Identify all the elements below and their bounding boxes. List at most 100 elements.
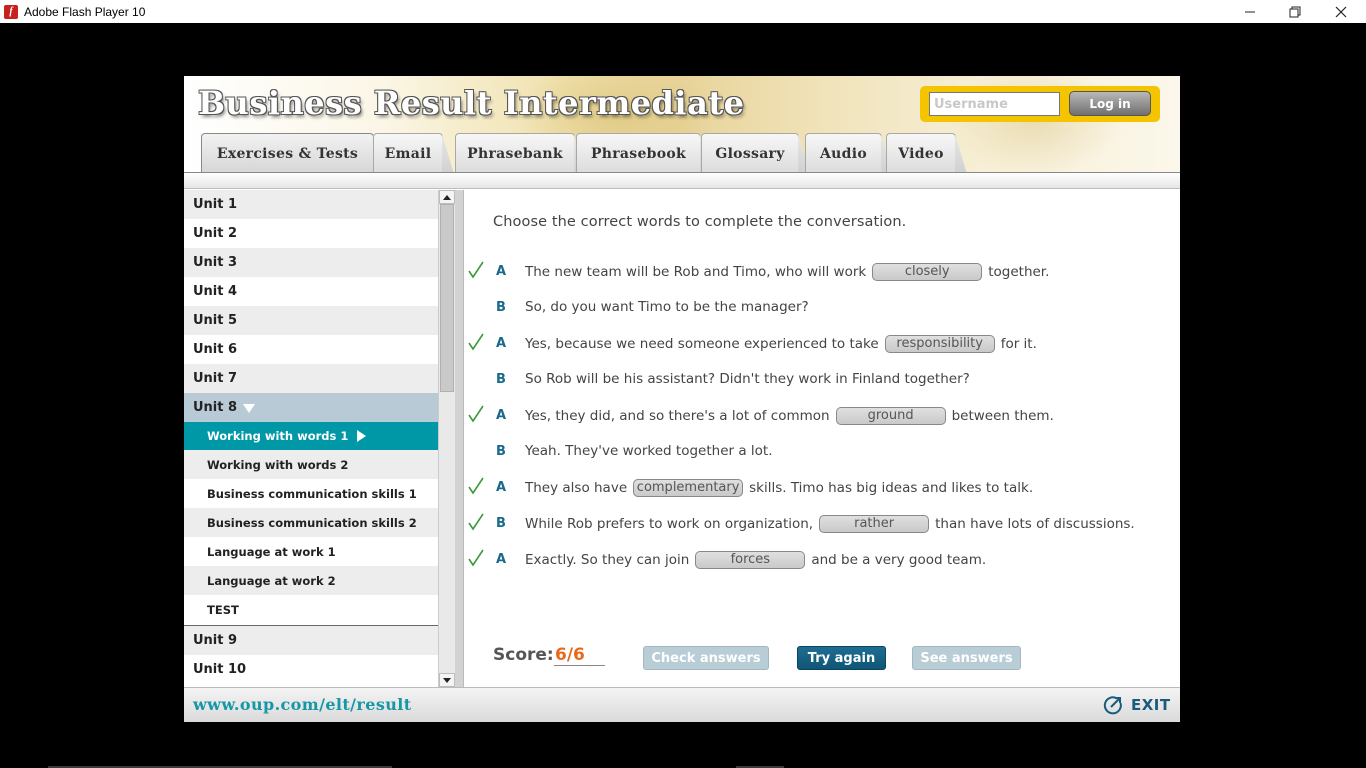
sentence-text: So, do you want Timo to be the manager?: [525, 299, 809, 315]
sidebar-item-unit-7[interactable]: Unit 7: [184, 364, 438, 393]
checkmark-icon: [467, 476, 485, 496]
sidebar-subitem-business-communication-skills-2[interactable]: Business communication skills 2: [184, 508, 438, 537]
sidebar-item-unit-2[interactable]: Unit 2: [184, 219, 438, 248]
answer-gap[interactable]: forces: [695, 551, 806, 569]
website-link[interactable]: www.oup.com/elt/result: [193, 695, 412, 714]
sidebar-item-unit-6[interactable]: Unit 6: [184, 335, 438, 364]
sidebar-subitem-business-communication-skills-1[interactable]: Business communication skills 1: [184, 479, 438, 508]
tab-label: Exercises & Tests: [216, 145, 359, 162]
minimize-button[interactable]: [1227, 0, 1273, 23]
tab-audio[interactable]: Audio: [805, 133, 893, 174]
speaker-label: B: [496, 300, 506, 315]
sentence-text: Yeah. They've worked together a lot.: [525, 443, 773, 459]
answer-gap[interactable]: responsibility: [884, 335, 995, 353]
speaker-label: B: [496, 444, 506, 459]
see-answers-button[interactable]: See answers: [912, 646, 1021, 670]
sentence-text: Yes, because we need someone experienced…: [525, 336, 879, 352]
sidebar-item-unit-8[interactable]: Unit 8: [184, 393, 438, 422]
sentence-text: So Rob will be his assistant? Didn't the…: [525, 371, 970, 387]
check-answers-button[interactable]: Check answers: [643, 646, 769, 670]
sentence: Yes, because we need someone experienced…: [525, 335, 1037, 353]
tab-label: Phrasebook: [590, 145, 687, 162]
close-icon: [1335, 6, 1347, 17]
sentence-text: Exactly. So they can join: [525, 552, 690, 568]
checkmark-icon: [467, 332, 485, 352]
sidebar-scrollbar[interactable]: [438, 190, 455, 687]
sidebar-subitem-language-at-work-1[interactable]: Language at work 1: [184, 537, 438, 566]
tab-email[interactable]: Email: [373, 133, 454, 174]
window-titlebar: f Adobe Flash Player 10: [0, 0, 1366, 23]
panel-divider: [455, 190, 464, 687]
answer-gap[interactable]: ground: [835, 407, 946, 425]
sidebar-subitem-language-at-work-2[interactable]: Language at work 2: [184, 566, 438, 595]
checkmark-icon: [467, 260, 485, 280]
sentence-text: for it.: [1000, 336, 1037, 352]
restore-button[interactable]: [1272, 0, 1318, 23]
sidebar-subitem-test[interactable]: TEST: [184, 595, 438, 626]
score-value: 6/6: [554, 645, 605, 666]
footer: www.oup.com/elt/result EXIT: [184, 687, 1180, 722]
sidebar-item-unit-3[interactable]: Unit 3: [184, 248, 438, 277]
speaker-label: B: [496, 372, 506, 387]
sidebar-item-unit-9[interactable]: Unit 9: [184, 626, 438, 655]
sentence: The new team will be Rob and Timo, who w…: [525, 263, 1049, 281]
unit-label: Unit 7: [193, 371, 238, 386]
play-arrow-icon: [357, 430, 367, 442]
answer-gap[interactable]: closely: [872, 263, 983, 281]
answer-gap[interactable]: rather: [819, 515, 930, 533]
sidebar-subitem-working-with-words-2[interactable]: Working with words 2: [184, 450, 438, 479]
speaker-label: A: [496, 264, 507, 279]
sentence-text: than have lots of discussions.: [935, 516, 1135, 532]
username-input[interactable]: [929, 92, 1060, 116]
unit-label: Unit 2: [193, 226, 238, 241]
tab-wedge: [442, 134, 454, 174]
tab-label: Email: [384, 145, 432, 162]
sidebar-item-unit-10[interactable]: Unit 10: [184, 655, 438, 684]
restore-icon: [1289, 6, 1301, 17]
tab-exercises-tests[interactable]: Exercises & Tests: [201, 133, 385, 174]
sidebar-item-unit-1[interactable]: Unit 1: [184, 190, 438, 219]
try-again-button[interactable]: Try again: [797, 646, 886, 670]
score-label: Score:: [493, 645, 554, 665]
dialogue-line: B So Rob will be his assistant? Didn't t…: [464, 368, 1180, 392]
exit-icon: [1103, 696, 1122, 715]
exercise-panel: Choose the correct words to complete the…: [464, 190, 1180, 687]
arrow-down-icon: [443, 677, 451, 683]
tab-phrasebook[interactable]: Phrasebook: [576, 133, 712, 174]
app-frame: Business Result Intermediate Log in Exer…: [184, 76, 1180, 722]
exercise-instruction: Choose the correct words to complete the…: [493, 214, 907, 230]
unit-label: Unit 5: [193, 313, 238, 328]
sentence-text: skills. Timo has big ideas and likes to …: [749, 480, 1034, 496]
sentence: So, do you want Timo to be the manager?: [525, 299, 809, 315]
scroll-up-button[interactable]: [439, 190, 455, 204]
sentence-text: between them.: [951, 408, 1054, 424]
dialogue-line: A Exactly. So they can join forces and b…: [464, 548, 1180, 572]
scroll-thumb[interactable]: [440, 204, 454, 392]
scroll-down-button[interactable]: [439, 673, 455, 687]
sentence-text: They also have: [525, 480, 628, 496]
sentence: Yes, they did, and so there's a lot of c…: [525, 407, 1054, 425]
exit-button[interactable]: EXIT: [1103, 693, 1171, 717]
unit-label: Unit 3: [193, 255, 238, 270]
speaker-label: A: [496, 408, 507, 423]
sidebar-item-unit-5[interactable]: Unit 5: [184, 306, 438, 335]
header-divider-bar: [184, 172, 1180, 189]
tab-glossary[interactable]: Glossary: [701, 133, 810, 174]
speaker-label: A: [496, 336, 507, 351]
tab-phrasebank[interactable]: Phrasebank: [455, 133, 586, 174]
close-window-button[interactable]: [1318, 0, 1364, 23]
dialogue-line: B So, do you want Timo to be the manager…: [464, 296, 1180, 320]
sidebar-subitem-working-with-words-1[interactable]: Working with words 1: [184, 422, 438, 450]
login-button[interactable]: Log in: [1069, 91, 1151, 116]
unit-label: Unit 4: [193, 284, 238, 299]
unit-label: Unit 6: [193, 342, 238, 357]
tab-video[interactable]: Video: [886, 133, 967, 174]
speaker-label: A: [496, 552, 507, 567]
arrow-up-icon: [443, 194, 451, 200]
tab-wedge: [955, 134, 967, 174]
app-title: Business Result Intermediate: [198, 84, 745, 122]
sidebar-item-unit-4[interactable]: Unit 4: [184, 277, 438, 306]
answer-gap[interactable]: complementary: [633, 479, 744, 497]
dialogue-line: A They also have complementary skills. T…: [464, 476, 1180, 500]
dialogue-line: B While Rob prefers to work on organizat…: [464, 512, 1180, 536]
